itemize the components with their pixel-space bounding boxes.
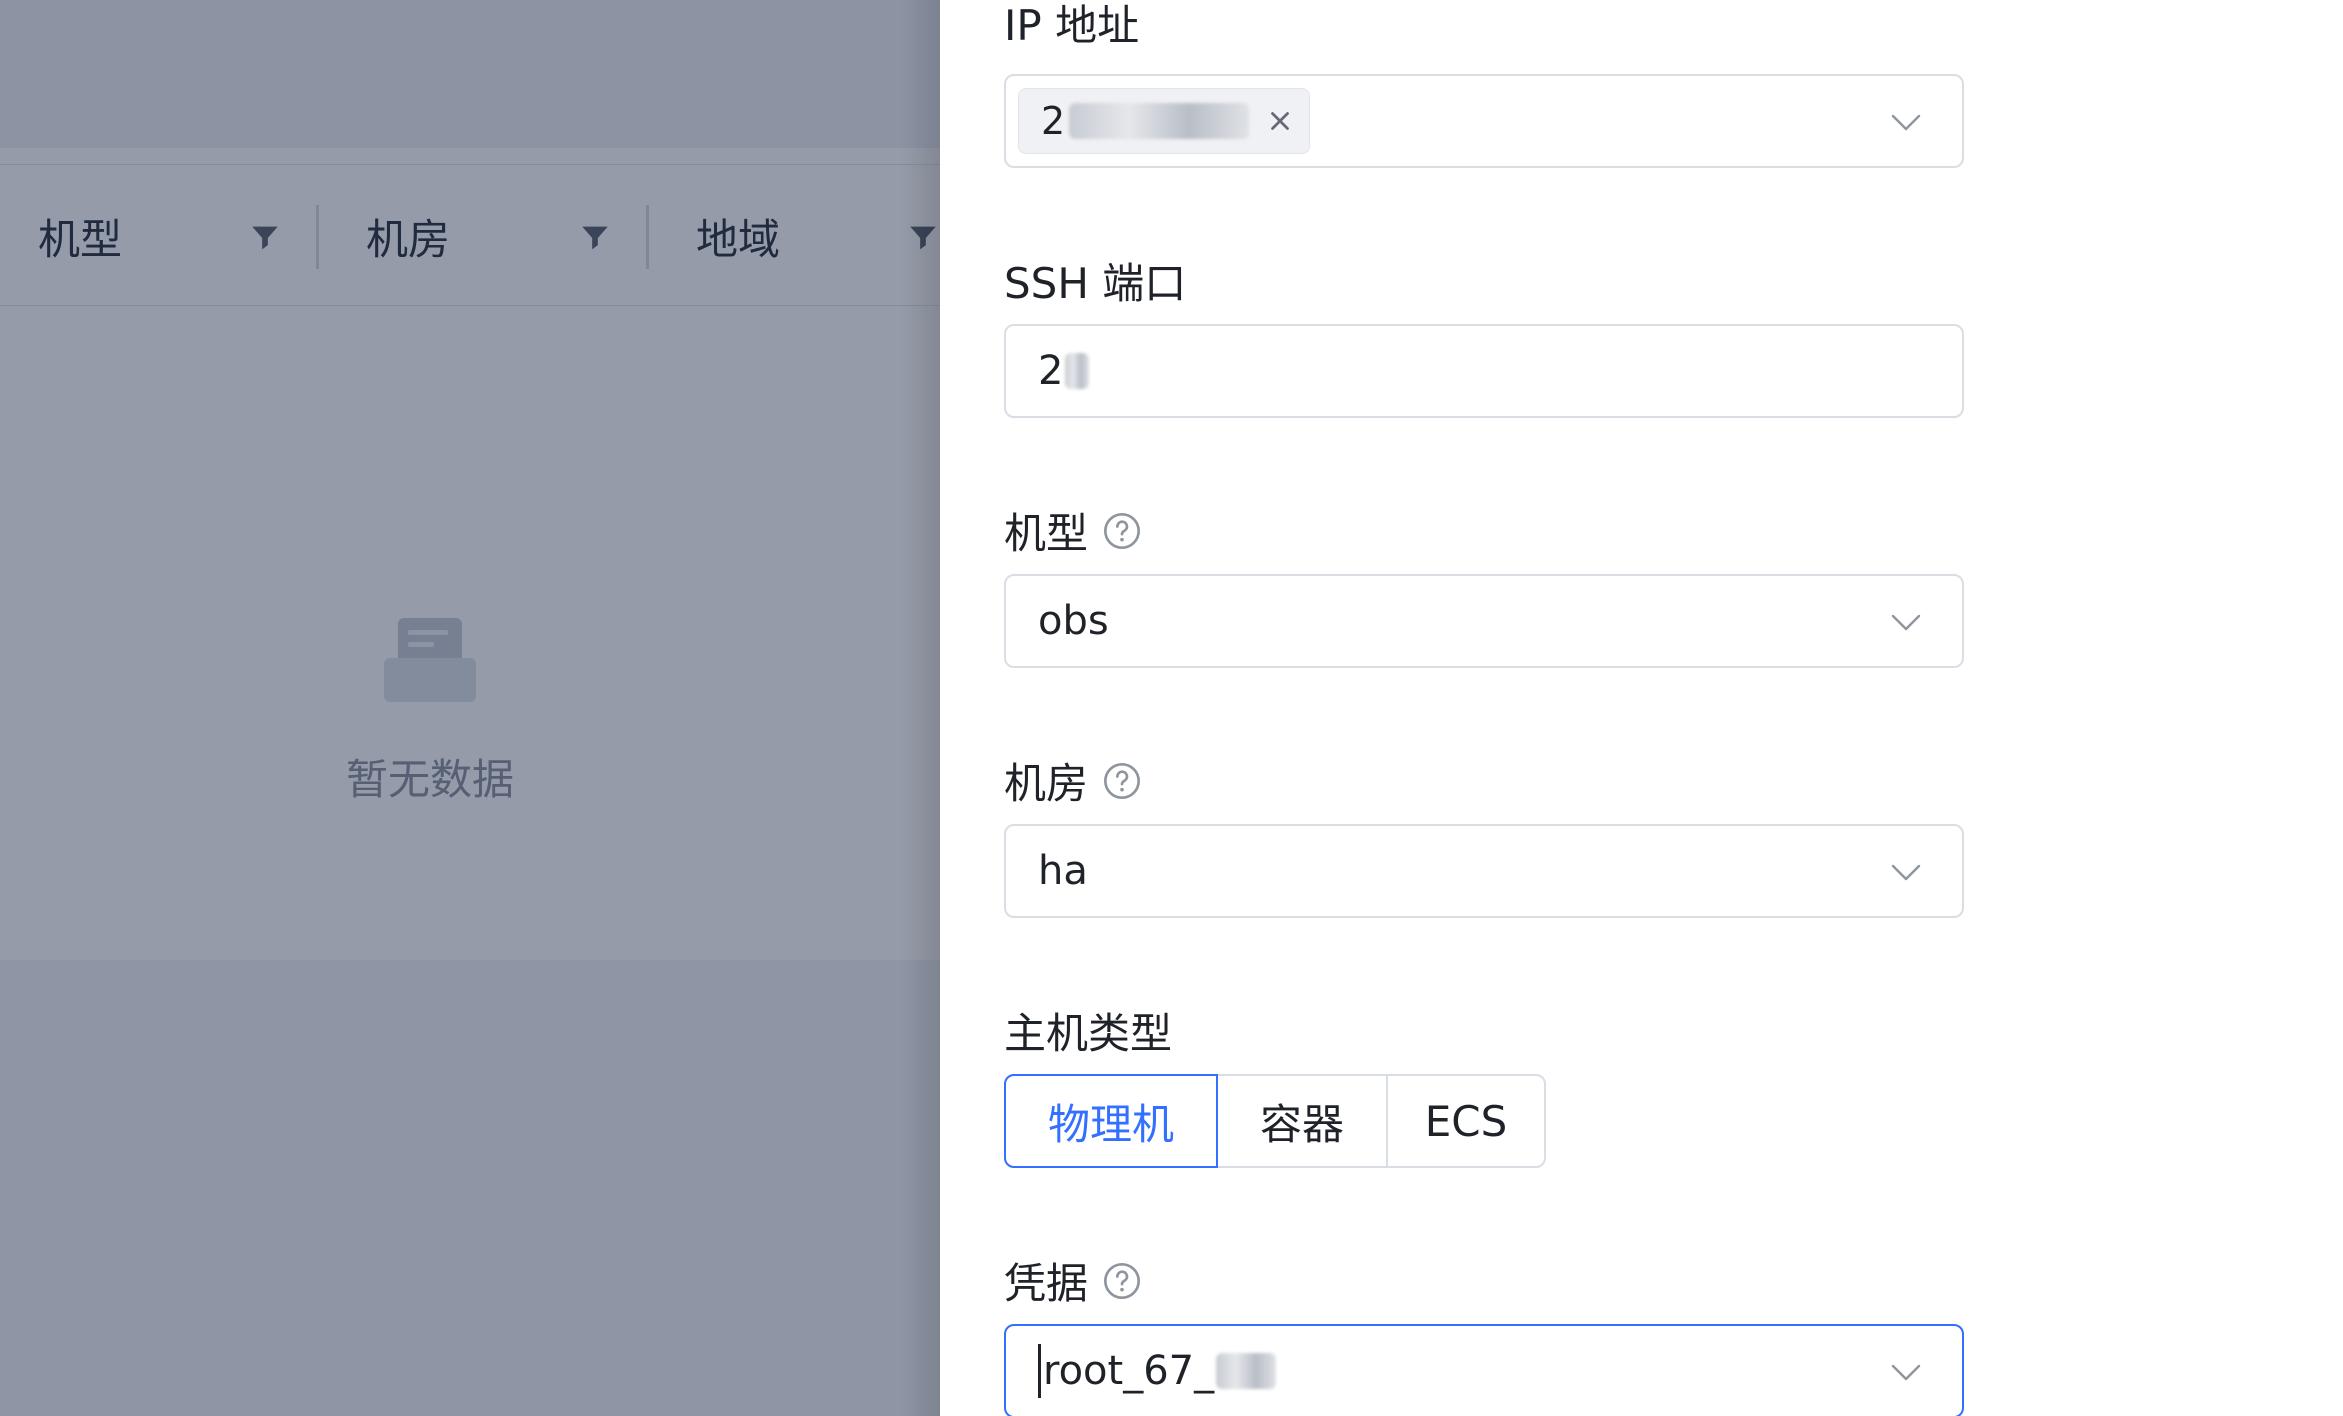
redacted-text (1069, 103, 1250, 139)
help-icon[interactable] (1102, 511, 1142, 551)
idc-select[interactable]: ha (1004, 824, 1964, 918)
machine-type-select[interactable]: obs (1004, 574, 1964, 668)
help-icon[interactable] (1102, 761, 1142, 801)
chevron-down-icon[interactable] (1890, 108, 1922, 136)
redacted-text (1065, 353, 1090, 389)
host-type-option-ecs[interactable]: ECS (1386, 1074, 1546, 1168)
chevron-down-icon[interactable] (1890, 858, 1922, 886)
host-type-option-container[interactable]: 容器 (1216, 1074, 1388, 1168)
close-icon[interactable] (1265, 106, 1295, 136)
text-cursor (1038, 1344, 1041, 1398)
idc-label: 机房 (1004, 750, 1142, 811)
redacted-text (1216, 1353, 1277, 1389)
drawer-shadow (900, 0, 940, 1416)
credential-label: 凭据 (1004, 1250, 1142, 1311)
ssh-port-input[interactable]: 2 (1004, 324, 1964, 418)
host-type-segmented: 物理机 容器 ECS (1004, 1074, 1546, 1168)
credential-select[interactable]: root_67_ (1004, 1324, 1964, 1416)
add-host-drawer: IP 地址 2 SSH 端口 2 机型 obs 机房 ha 主机类型 物理机 容… (940, 0, 2343, 1416)
ip-address-select[interactable]: 2 (1004, 74, 1964, 168)
help-icon[interactable] (1102, 1261, 1142, 1301)
machine-type-label: 机型 (1004, 500, 1142, 561)
drawer-mask[interactable] (0, 0, 940, 1416)
ip-address-tag: 2 (1018, 88, 1311, 154)
chevron-down-icon[interactable] (1890, 608, 1922, 636)
chevron-down-icon[interactable] (1890, 1358, 1922, 1386)
host-type-label: 主机类型 (1004, 1009, 1173, 1058)
ip-address-label: IP 地址 (1004, 1, 1140, 50)
host-type-option-physical[interactable]: 物理机 (1004, 1074, 1218, 1168)
ssh-port-label: SSH 端口 (1004, 259, 1187, 308)
